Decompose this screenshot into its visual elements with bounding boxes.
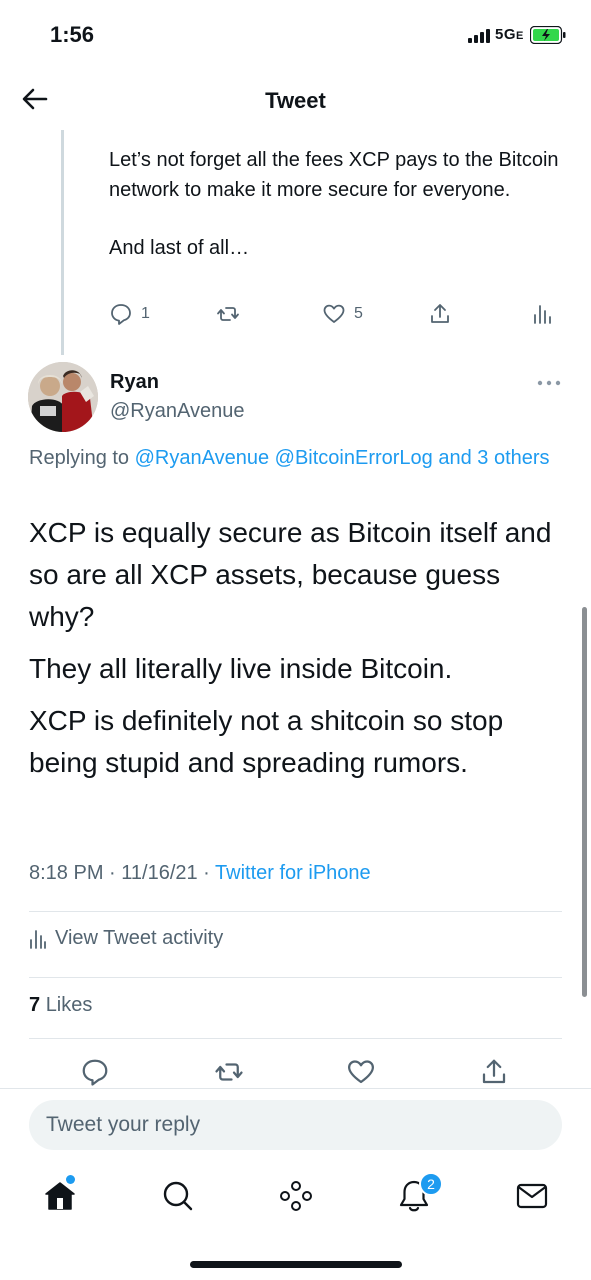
reply-icon — [111, 304, 131, 325]
analytics-icon — [534, 305, 551, 324]
author-handle[interactable]: @RyanAvenue — [110, 400, 244, 423]
retweet-icon — [217, 307, 239, 321]
bottom-tab-bar: 2 — [0, 1168, 591, 1228]
reply-input[interactable]: Tweet your reply — [29, 1100, 562, 1150]
divider — [29, 1038, 562, 1039]
retweet-icon[interactable] — [214, 1057, 244, 1087]
notifications-badge: 2 — [419, 1172, 443, 1196]
previous-tweet-paragraph: Let’s not forget all the fees XCP pays t… — [109, 149, 559, 201]
previous-analytics-button[interactable] — [530, 302, 554, 326]
likes-summary[interactable]: 7 Likes — [29, 994, 92, 1017]
heart-icon — [323, 304, 345, 323]
tweet-text: XCP is equally secure as Bitcoin itself … — [29, 512, 564, 784]
activity-label: View Tweet activity — [55, 927, 224, 949]
share-icon — [431, 304, 449, 323]
tweet-source-link[interactable]: Twitter for iPhone — [215, 862, 371, 884]
previous-like-button[interactable]: 5 — [322, 302, 363, 326]
like-count: 5 — [354, 305, 363, 322]
reply-composer: Tweet your reply — [0, 1088, 591, 1158]
author-name[interactable]: Ryan — [110, 371, 159, 394]
divider — [29, 977, 562, 978]
previous-reply-button[interactable]: 1 — [109, 302, 150, 326]
messages-envelope-icon[interactable] — [514, 1178, 550, 1214]
previous-tweet-paragraph: And last of all… — [109, 237, 250, 259]
reply-count: 1 — [141, 305, 150, 322]
heart-icon[interactable] — [346, 1057, 376, 1087]
top-nav-bar: Tweet — [0, 72, 591, 128]
previous-tweet-text[interactable]: Let’s not forget all the fees XCP pays t… — [109, 145, 569, 263]
spaces-icon[interactable] — [278, 1178, 314, 1214]
replying-mentions-link[interactable]: @RyanAvenue @BitcoinErrorLog and 3 other… — [135, 447, 550, 469]
likes-count: 7 — [29, 994, 41, 1016]
more-options-icon[interactable] — [536, 373, 562, 393]
previous-tweet-actions: 1 5 — [0, 300, 591, 330]
share-icon[interactable] — [479, 1057, 509, 1087]
user-photo — [28, 362, 98, 432]
tweet-paragraph: XCP is definitely not a shitcoin so stop… — [29, 705, 504, 778]
previous-retweet-button[interactable] — [216, 302, 240, 326]
home-indicator[interactable] — [190, 1261, 402, 1268]
battery-icon — [530, 26, 566, 44]
tweet-paragraph: XCP is equally secure as Bitcoin itself … — [29, 517, 552, 632]
previous-share-button[interactable] — [428, 302, 452, 326]
network-indicator: 5GE — [495, 26, 524, 43]
tweet-actions — [0, 1055, 591, 1089]
view-tweet-activity-button[interactable]: View Tweet activity — [29, 927, 223, 950]
search-icon[interactable] — [160, 1178, 196, 1214]
signal-icon — [468, 29, 490, 43]
tweet-metadata: 8:18 PM · 11/16/21 · Twitter for iPhone — [29, 862, 371, 885]
likes-label: Likes — [45, 994, 93, 1016]
scrollbar[interactable] — [582, 607, 587, 997]
home-new-indicator — [66, 1175, 75, 1184]
reply-icon[interactable] — [80, 1057, 110, 1087]
tweet-timestamp: 8:18 PM · 11/16/21 · — [29, 862, 210, 884]
avatar[interactable] — [28, 362, 98, 432]
replying-to-line: Replying to @RyanAvenue @BitcoinErrorLog… — [29, 442, 569, 474]
replying-prefix: Replying to — [29, 447, 130, 469]
tweet-paragraph: They all literally live inside Bitcoin. — [29, 653, 453, 684]
analytics-icon — [30, 929, 46, 949]
status-time: 1:56 — [50, 22, 95, 47]
divider — [29, 911, 562, 912]
page-title: Tweet — [265, 88, 326, 113]
status-bar: 1:56 5GE — [0, 0, 591, 70]
